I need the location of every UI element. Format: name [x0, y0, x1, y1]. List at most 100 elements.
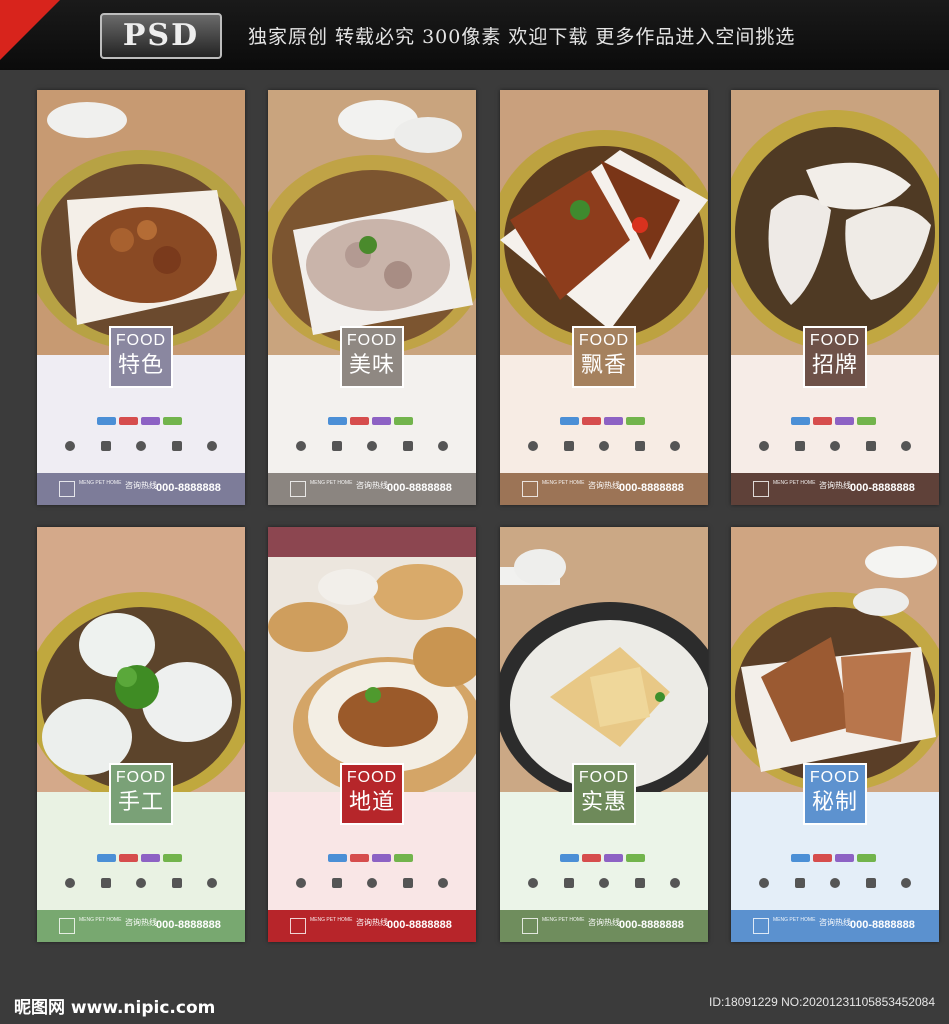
- poster-card: FOOD 实惠 MENG PET HOME 咨询热线 000-8888888: [500, 527, 708, 942]
- food-photo: [268, 90, 476, 355]
- food-photo-art: [731, 527, 939, 792]
- service-icons: [65, 878, 217, 888]
- contact-footer: MENG PET HOME 咨询热线 000-8888888: [268, 910, 476, 942]
- badge-food-label: FOOD: [578, 769, 630, 786]
- badge-food-label: FOOD: [346, 332, 398, 349]
- chef-icon: [136, 441, 146, 451]
- service-icons: [759, 441, 911, 451]
- category-badge: FOOD 招牌: [803, 326, 867, 388]
- phone-number: 000-8888888: [619, 919, 684, 931]
- chef-icon: [367, 878, 377, 888]
- coffee-icon: [528, 878, 538, 888]
- phone-label: 咨询热线: [588, 918, 620, 927]
- food-photo: [37, 90, 245, 355]
- category-badge: FOOD 地道: [340, 763, 404, 825]
- badge-food-label: FOOD: [809, 332, 861, 349]
- service-icons: [528, 441, 680, 451]
- food-photo-art: [500, 90, 708, 355]
- coffee-icon: [65, 441, 75, 451]
- contact-footer: MENG PET HOME 咨询热线 000-8888888: [500, 910, 708, 942]
- poster-card: FOOD 地道 MENG PET HOME 咨询热线 000-8888888: [268, 527, 476, 942]
- phone-label: 咨询热线: [356, 918, 388, 927]
- badge-title: 特色: [117, 353, 164, 378]
- home-name: MENG PET HOME: [542, 917, 585, 923]
- tag-row: [97, 417, 182, 425]
- category-badge: FOOD 特色: [109, 326, 173, 388]
- chef-icon: [830, 878, 840, 888]
- home-name: MENG PET HOME: [310, 917, 353, 923]
- food-photo-art: [37, 90, 245, 355]
- home-logo-icon: [522, 481, 538, 497]
- service-icons: [296, 878, 448, 888]
- category-badge: FOOD 秘制: [803, 763, 867, 825]
- category-badge: FOOD 飘香: [572, 326, 636, 388]
- home-logo-icon: [290, 481, 306, 497]
- menu-icon: [634, 441, 645, 451]
- drink-icon: [331, 441, 342, 451]
- tag-row: [97, 854, 182, 862]
- badge-title: 实惠: [580, 790, 627, 815]
- food-photo-art: [500, 527, 708, 792]
- phone-label: 咨询热线: [356, 481, 388, 490]
- phone-label: 咨询热线: [125, 918, 157, 927]
- phone-label: 咨询热线: [819, 481, 851, 490]
- watermark-site: 昵图网 www.nipic.com: [14, 998, 216, 1018]
- home-logo-icon: [59, 481, 75, 497]
- menu-icon: [402, 441, 413, 451]
- banner-slogan: 独家原创 转载必究 300像素 欢迎下载 更多作品进入空间挑选: [248, 26, 796, 48]
- cutlery-icon: [207, 878, 217, 888]
- chef-icon: [136, 878, 146, 888]
- home-name: MENG PET HOME: [773, 917, 816, 923]
- home-logo-icon: [59, 918, 75, 934]
- category-badge: FOOD 美味: [340, 326, 404, 388]
- food-photo: [500, 90, 708, 355]
- food-photo-art: [268, 527, 476, 792]
- contact-footer: MENG PET HOME 咨询热线 000-8888888: [268, 473, 476, 505]
- badge-title: 美味: [348, 353, 395, 378]
- tag-row: [560, 854, 645, 862]
- drink-icon: [563, 878, 574, 888]
- food-photo-art: [731, 90, 939, 355]
- coffee-icon: [528, 441, 538, 451]
- home-logo-icon: [753, 481, 769, 497]
- food-photo: [37, 527, 245, 792]
- poster-card: FOOD 特色 MENG PET HOME 咨询热线 000-8888888: [37, 90, 245, 505]
- home-name: MENG PET HOME: [79, 917, 122, 923]
- phone-number: 000-8888888: [387, 482, 452, 494]
- cutlery-icon: [670, 441, 680, 451]
- badge-title: 招牌: [811, 353, 858, 378]
- drink-icon: [331, 878, 342, 888]
- badge-food-label: FOOD: [115, 769, 167, 786]
- cutlery-icon: [438, 878, 448, 888]
- chef-icon: [599, 878, 609, 888]
- chef-icon: [830, 441, 840, 451]
- badge-food-label: FOOD: [809, 769, 861, 786]
- phone-label: 咨询热线: [125, 481, 157, 490]
- drink-icon: [794, 878, 805, 888]
- poster-card: FOOD 手工 MENG PET HOME 咨询热线 000-8888888: [37, 527, 245, 942]
- top-banner: PSD 独家原创 转载必究 300像素 欢迎下载 更多作品进入空间挑选: [0, 0, 949, 70]
- drink-icon: [794, 441, 805, 451]
- poster-card: FOOD 飘香 MENG PET HOME 咨询热线 000-8888888: [500, 90, 708, 505]
- badge-food-label: FOOD: [346, 769, 398, 786]
- cutlery-icon: [901, 878, 911, 888]
- home-name: MENG PET HOME: [310, 480, 353, 486]
- contact-footer: MENG PET HOME 咨询热线 000-8888888: [731, 910, 939, 942]
- tag-row: [791, 417, 876, 425]
- drink-icon: [100, 878, 111, 888]
- menu-icon: [402, 878, 413, 888]
- coffee-icon: [759, 441, 769, 451]
- food-photo: [731, 90, 939, 355]
- cutlery-icon: [207, 441, 217, 451]
- home-logo-icon: [522, 918, 538, 934]
- home-name: MENG PET HOME: [79, 480, 122, 486]
- food-photo: [500, 527, 708, 792]
- cutlery-icon: [670, 878, 680, 888]
- poster-card: FOOD 招牌 MENG PET HOME 咨询热线 000-8888888: [731, 90, 939, 505]
- coffee-icon: [296, 878, 306, 888]
- badge-food-label: FOOD: [115, 332, 167, 349]
- service-icons: [296, 441, 448, 451]
- menu-icon: [171, 441, 182, 451]
- badge-food-label: FOOD: [578, 332, 630, 349]
- food-photo-art: [37, 527, 245, 792]
